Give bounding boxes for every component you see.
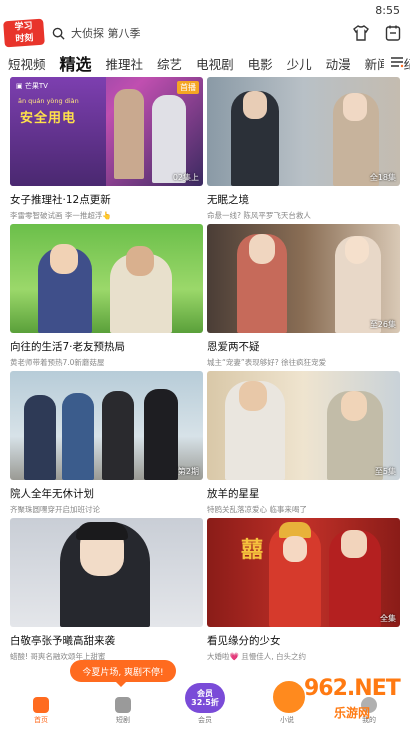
double-happiness-text: 囍 [241,538,264,563]
watermark-brand: 962.NET [304,676,401,701]
search-icon [52,27,65,40]
video-card[interactable]: ▣ 芒果TV ān quán yòng diàn 安全用电 首播 02集上 女子… [10,77,203,221]
card-title: 恩爱两不疑 [207,341,260,353]
app-logo[interactable]: 学习 时刻 [3,18,45,48]
card-subtitle: 李雷零智破试画 李一推超浮👆 [10,211,112,220]
status-bar: 8:55 [0,0,410,20]
logo-line2: 时刻 [15,33,34,45]
video-card[interactable]: 至26集 恩爱两不疑 城主“宠妻”表现够好? 徐往疯狂宠爱 [207,224,400,368]
card-title: 无眠之境 [207,194,249,206]
tab-kids[interactable]: 少儿 [287,54,312,73]
home-icon [33,697,49,713]
card-title: 看见缘分的少女 [207,635,281,647]
episode-badge: 02集上 [172,173,199,182]
card-title: 女子推理社·12点更新 [10,194,111,206]
nav-vip[interactable]: 会员 32.5折 会员 [175,683,235,725]
card-subtitle: 黄老师带着预热7.0新蘑菇屋 [10,358,105,367]
episode-badge: 第2期 [177,467,199,476]
nav-label: 短剧 [116,716,130,724]
tab-variety[interactable]: 综艺 [157,54,182,73]
search-placeholder: 大侦探 第八季 [71,27,141,40]
tab-mystery[interactable]: 推理社 [106,54,144,73]
video-card[interactable]: 囍 全集 看见缘分的少女 大婚啦💗 且慢佳人, 白头之约 [207,518,400,662]
premiere-badge: 首播 [177,81,199,94]
site-watermark: 962.NET 乐游网 [270,676,402,722]
video-card[interactable]: 第2期 院人全年无休计划 齐聚珠圆嘿穿开启加班讨论 [10,371,203,515]
video-card[interactable]: 至5集 放羊的星星 特鸥关乱落凉爱心 临事来喝了 [207,371,400,515]
nav-short-drama[interactable]: 短剧 [93,697,153,725]
nav-home[interactable]: 首页 [11,697,71,725]
vip-badge: 会员 32.5折 [191,689,219,707]
video-thumbnail: 囍 全集 [207,518,400,627]
episode-badge: 至5集 [374,467,396,476]
search-input[interactable]: 大侦探 第八季 [52,21,342,45]
video-thumbnail: 第2期 [10,371,203,480]
vip-icon: 会员 32.5折 [185,683,225,713]
card-subtitle: 命悬一线? 陈风平罗飞天台救人 [207,211,311,220]
episode-badge: 全18集 [369,173,396,182]
thumb-caption: 安全用电 [20,111,77,126]
card-subtitle: 城主“宠妻”表现够好? 徐往疯狂宠爱 [207,358,327,367]
card-subtitle: 齐聚珠圆嘿穿开启加班讨论 [10,505,100,514]
promo-bubble[interactable]: 今夏片场, 爽剧不停! [70,660,176,687]
short-drama-icon [115,697,131,713]
nav-label: 首页 [34,716,48,724]
tab-tv[interactable]: 电视剧 [196,54,234,73]
card-title: 向往的生活7·老友预热局 [10,341,126,353]
category-tabs: 短视频 精选 推理社 综艺 电视剧 电影 少儿 动漫 新闻 纪 [0,46,410,80]
card-title: 白敬亭张予曦高甜来袭 [10,635,115,647]
video-thumbnail: 至26集 [207,224,400,333]
nav-label: 会员 [198,716,212,724]
video-thumbnail: 至5集 [207,371,400,480]
card-subtitle: 大婚啦💗 且慢佳人, 白头之约 [207,652,306,661]
video-card[interactable]: 白敬亭张予曦高甜来袭 蜡酸! 哥爽名融欢颂年上甜蜜 [10,518,203,662]
shirt-icon[interactable] [352,24,370,42]
video-thumbnail [10,224,203,333]
tab-anime[interactable]: 动漫 [326,54,351,73]
video-card[interactable]: 全18集 无眠之境 命悬一线? 陈风平罗飞天台救人 [207,77,400,221]
video-thumbnail [10,518,203,627]
tab-movie[interactable]: 电影 [248,54,273,73]
tab-featured[interactable]: 精选 [60,51,92,75]
video-thumbnail: 全18集 [207,77,400,186]
watermark-sub: 乐游网 [334,706,371,720]
top-bar: 学习 时刻 大侦探 第八季 [0,18,410,48]
card-subtitle: 特鸥关乱落凉爱心 临事来喝了 [207,505,307,514]
status-time: 8:55 [375,3,400,17]
tab-short-video[interactable]: 短视频 [8,54,46,73]
menu-icon[interactable] [384,54,404,73]
card-title: 院人全年无休计划 [10,488,94,500]
tab-documentary[interactable]: 纪 [404,54,410,73]
card-title: 放羊的星星 [207,488,260,500]
video-card[interactable]: 向往的生活7·老友预热局 黄老师带着预热7.0新蘑菇屋 [10,224,203,368]
video-thumbnail: ▣ 芒果TV ān quán yòng diàn 安全用电 首播 02集上 [10,77,203,186]
episode-badge: 至26集 [369,320,396,329]
history-icon[interactable] [384,24,402,42]
channel-logo: ▣ 芒果TV [16,82,48,90]
thumb-pinyin: ān quán yòng diàn [18,97,79,105]
episode-badge: 全集 [380,614,396,623]
